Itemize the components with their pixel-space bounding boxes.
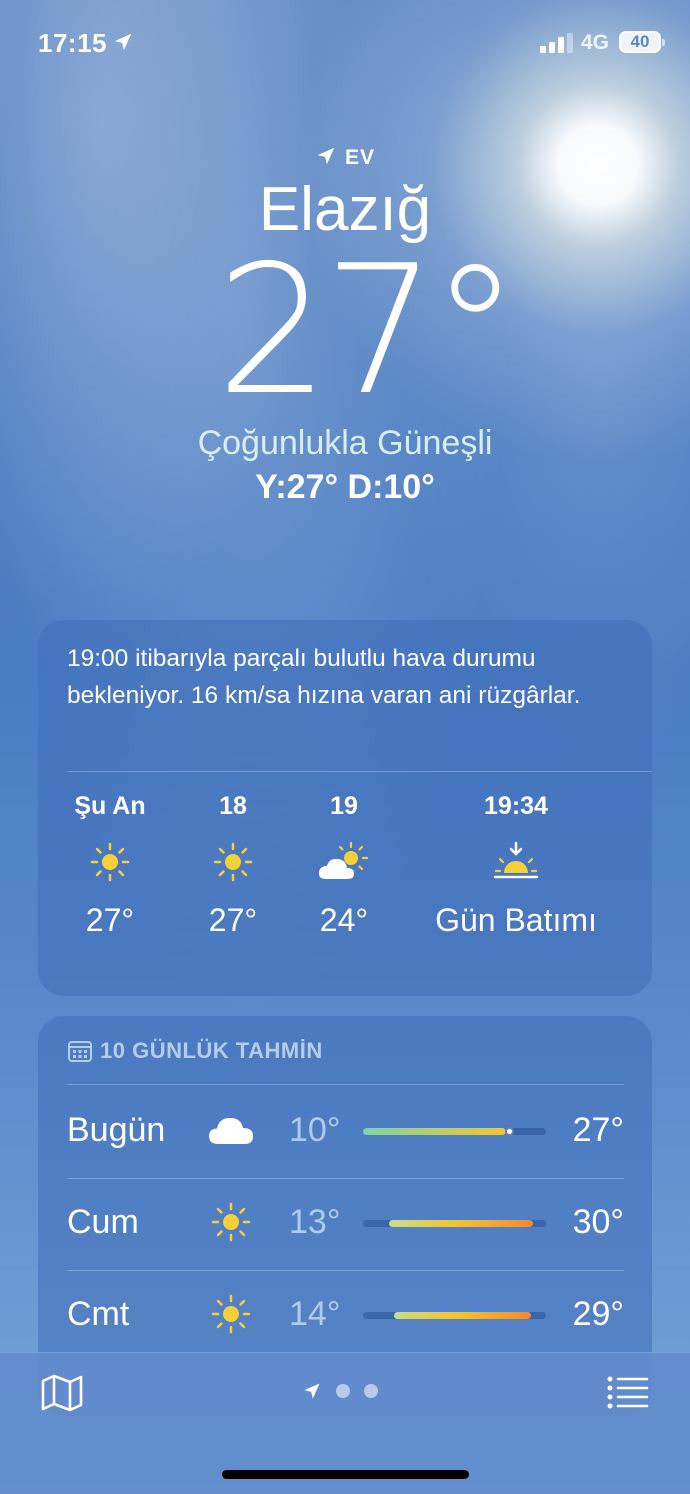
day-name: Cmt (67, 1295, 130, 1333)
sun-icon (207, 1198, 255, 1246)
temperature-range-bar (363, 1220, 546, 1227)
day-name: Cum (67, 1203, 139, 1241)
sun-icon (183, 832, 283, 892)
hour-item: Şu An 27° (60, 792, 160, 939)
day-low: 10° (289, 1111, 341, 1149)
page-dot[interactable] (364, 1384, 378, 1398)
home-indicator (222, 1470, 469, 1479)
day-high: 27° (572, 1111, 624, 1149)
day-high: 29° (572, 1295, 624, 1333)
day-high: 30° (572, 1203, 624, 1241)
current-location-page-icon[interactable] (302, 1381, 322, 1401)
sun-icon (207, 1290, 255, 1338)
calendar-icon (68, 1041, 92, 1062)
hour-label: 19:34 (484, 792, 548, 820)
temperature-range-bar (363, 1127, 546, 1136)
status-time: 17:15 (38, 28, 107, 58)
bottom-toolbar (0, 1352, 690, 1494)
current-condition: Çoğunlukla Güneşli (197, 424, 493, 462)
current-temperature: 27° (216, 227, 520, 434)
day-row[interactable]: Cum 13° 30° (67, 1178, 624, 1270)
day-row[interactable]: Cmt 14° 29° (67, 1270, 624, 1362)
daily-header: 10 GÜNLÜK TAHMİN (68, 1038, 323, 1064)
signal-icon (540, 33, 573, 53)
location-arrow-icon (317, 147, 335, 165)
hour-temperature: 27° (85, 902, 135, 938)
status-bar: 17:15 4G 40 (0, 0, 690, 86)
hour-item: 18 27° (183, 792, 283, 939)
temperature-range-fill (394, 1312, 532, 1319)
network-type: 4G (581, 31, 610, 54)
partly-cloudy-icon (294, 832, 394, 892)
page-dot[interactable] (336, 1384, 350, 1398)
current-temp-dot (504, 1127, 514, 1136)
daily-header-label: 10 GÜNLÜK TAHMİN (100, 1038, 323, 1063)
location-tag: EV (344, 146, 375, 169)
hour-label: 18 (219, 792, 247, 820)
location-arrow-icon (114, 33, 132, 51)
hour-value: Gün Batımı (435, 902, 597, 938)
high-low: Y:27° D:10° (255, 468, 435, 506)
location-label: EV (0, 145, 690, 170)
battery-icon: 40 (619, 31, 665, 53)
temperature-range-fill (363, 1128, 506, 1135)
divider (67, 1084, 624, 1085)
hourly-forecast-card[interactable]: 19:00 itibarıyla parçalı bulutlu hava du… (38, 620, 652, 996)
day-low: 13° (289, 1203, 341, 1241)
day-name: Bugün (67, 1111, 166, 1149)
weather-summary: 19:00 itibarıyla parçalı bulutlu hava du… (67, 645, 581, 709)
hour-item: 19:34 Gün Batımı (416, 792, 616, 939)
sunset-icon (416, 832, 616, 892)
list-icon[interactable] (607, 1375, 649, 1409)
hour-label: 19 (330, 792, 358, 820)
map-icon[interactable] (40, 1373, 84, 1413)
temperature-range-fill (388, 1220, 534, 1227)
divider (67, 771, 652, 772)
hour-item: 19 24° (294, 792, 394, 939)
hour-temperature: 24° (319, 902, 369, 938)
hour-temperature: 27° (208, 902, 258, 938)
day-low: 14° (289, 1295, 341, 1333)
sun-icon (60, 832, 160, 892)
temperature-range-bar (363, 1312, 546, 1319)
cloud-icon (207, 1106, 255, 1154)
page-indicator[interactable] (302, 1381, 378, 1401)
day-row[interactable]: Bugün 10° 27° (67, 1086, 624, 1178)
hour-label: Şu An (74, 792, 146, 820)
